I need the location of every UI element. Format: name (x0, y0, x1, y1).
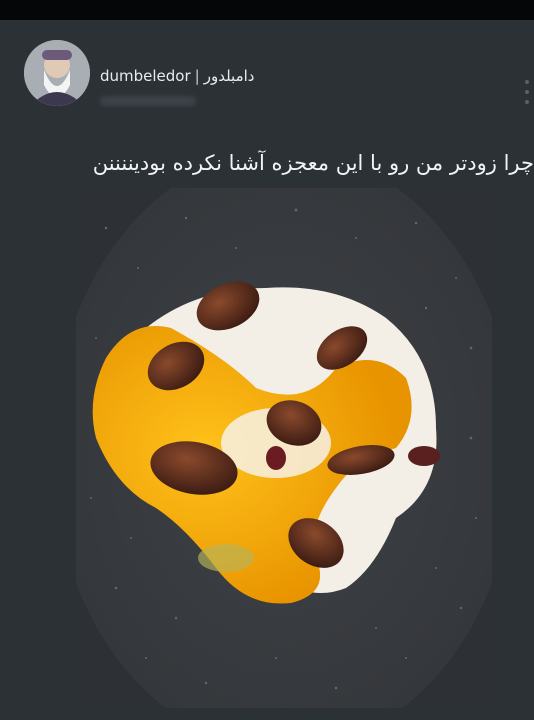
avatar-image (24, 40, 90, 106)
status-bar (0, 0, 534, 20)
post-image[interactable] (76, 188, 492, 708)
author-line[interactable]: dumbeledor | دامبلدور (100, 65, 320, 87)
avatar[interactable] (24, 40, 90, 106)
post-caption: چرا زودتر من رو با این معجزه آشنا نکرده … (92, 151, 534, 175)
author-persian-name[interactable]: دامبلدور (204, 67, 255, 85)
blurred-handle (100, 96, 196, 106)
more-vertical-icon[interactable] (520, 80, 534, 104)
fried-egg-with-dates-image (76, 188, 492, 708)
author-separator: | (194, 67, 200, 85)
author-name[interactable]: dumbeledor (100, 67, 191, 85)
